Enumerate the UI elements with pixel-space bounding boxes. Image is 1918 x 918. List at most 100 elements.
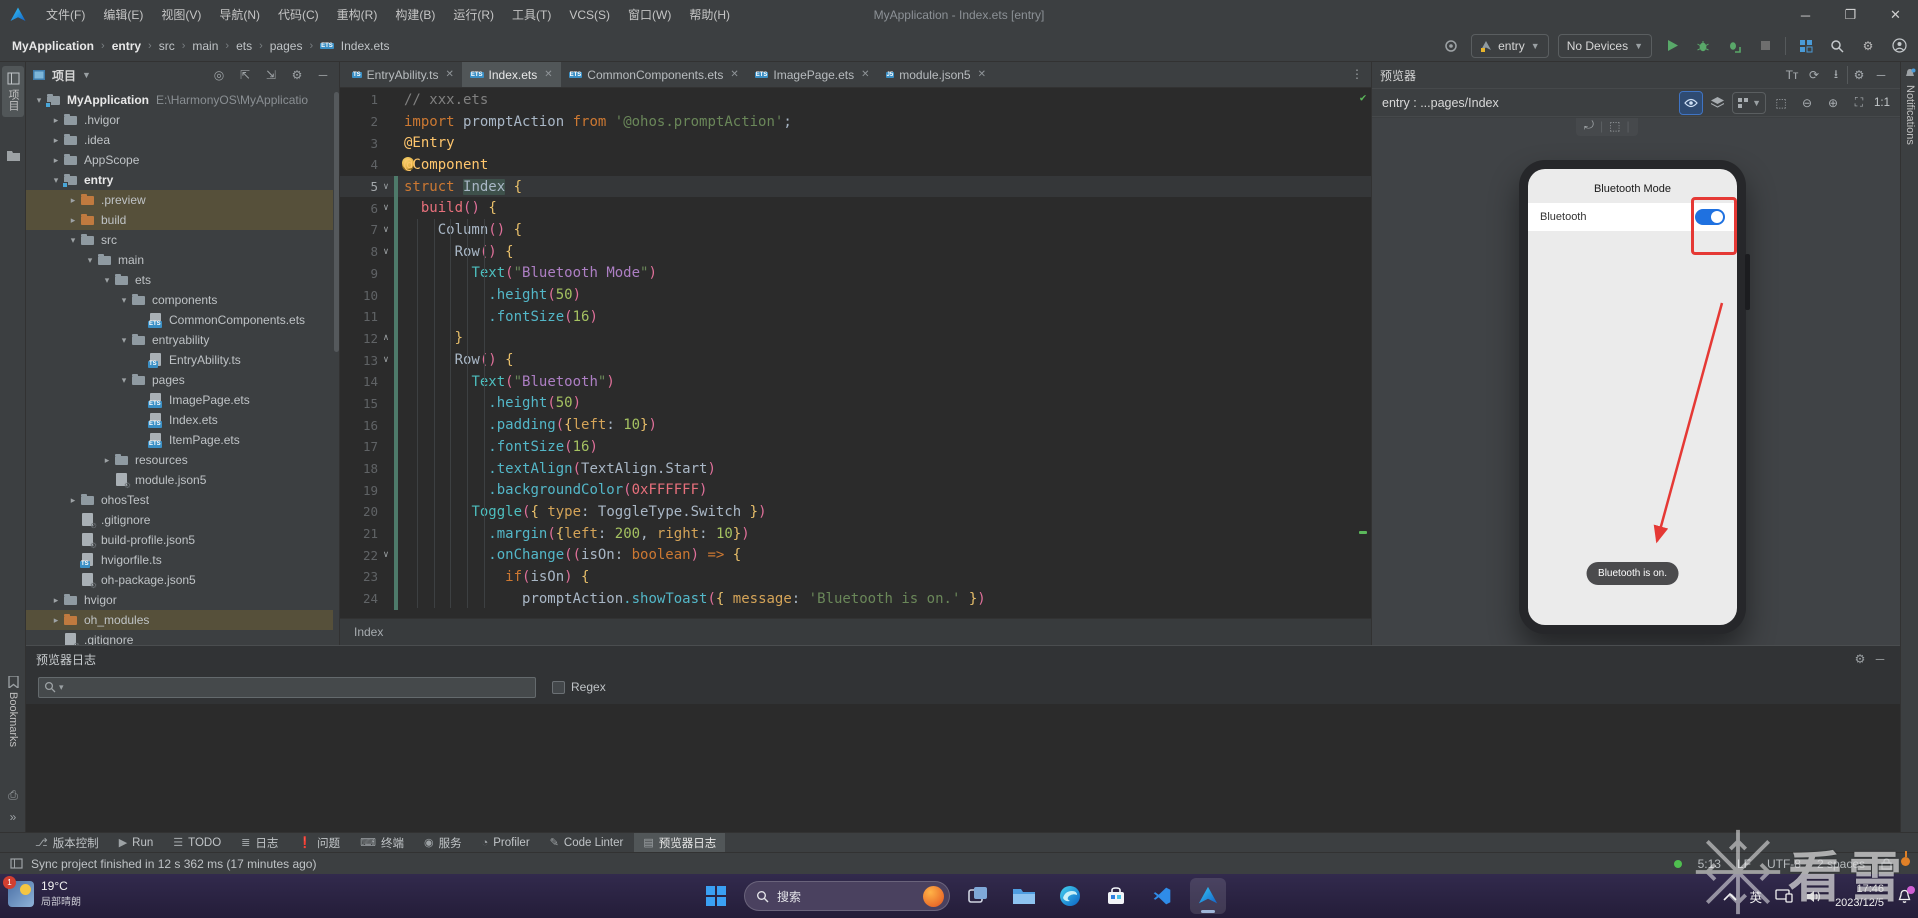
- close-tab-icon[interactable]: ✕: [730, 69, 738, 80]
- sidebar-tab-notifications[interactable]: Notifications: [1901, 68, 1918, 145]
- tree-row[interactable]: ▾ entry: [26, 170, 333, 190]
- tree-row[interactable]: ▸ AppScope: [26, 150, 333, 170]
- device-selector[interactable]: No Devices ▼: [1557, 33, 1652, 58]
- fit-to-screen-icon[interactable]: ⛶: [1848, 92, 1870, 114]
- view-mode-selector[interactable]: ▼: [1732, 91, 1766, 114]
- tool-window-button[interactable]: ✎ Code Linter: [541, 833, 633, 852]
- sidebar-tab-project[interactable]: 项目: [2, 66, 24, 117]
- notification-pin-icon[interactable]: [1901, 851, 1910, 866]
- menu-item[interactable]: 视图(V): [152, 0, 210, 30]
- breadcrumb-item[interactable]: src: [159, 39, 175, 53]
- tree-expand-arrow-icon[interactable]: ▸: [66, 215, 80, 226]
- code-line[interactable]: 21 .margin({left: 200, right: 10}): [340, 522, 1371, 545]
- status-message[interactable]: Sync project finished in 12 s 362 ms (17…: [31, 857, 316, 871]
- tree-expand-arrow-icon[interactable]: ▸: [49, 135, 63, 146]
- tree-row[interactable]: ▾ MyApplication E:\HarmonyOS\MyApplicatio: [26, 90, 333, 110]
- code-line[interactable]: 14 Text("Bluetooth"): [340, 370, 1371, 393]
- chevron-down-icon[interactable]: ▼: [82, 70, 91, 80]
- tree-row[interactable]: ETS CommonComponents.ets: [26, 310, 333, 330]
- menu-item[interactable]: 帮助(H): [680, 0, 739, 30]
- code-line[interactable]: 23 if(isOn) {: [340, 566, 1371, 588]
- tool-window-button[interactable]: ❗ 问题: [289, 833, 349, 852]
- tool-window-button[interactable]: ⌨ 终端: [351, 833, 413, 852]
- hot-reload-icon[interactable]: ⭳: [1825, 64, 1847, 86]
- tree-row[interactable]: ▸ .idea: [26, 130, 333, 150]
- fold-marker-icon[interactable]: ∨: [378, 550, 394, 560]
- readonly-lock-icon[interactable]: [1881, 857, 1892, 870]
- tree-row[interactable]: ▾ main: [26, 250, 333, 270]
- tool-window-button[interactable]: ☰ TODO: [164, 833, 230, 852]
- zoom-in-icon[interactable]: ⊕: [1822, 92, 1844, 114]
- tool-window-button[interactable]: ◉ 服务: [415, 833, 471, 852]
- tree-expand-arrow-icon[interactable]: ▸: [66, 495, 80, 506]
- menu-item[interactable]: 运行(R): [444, 0, 503, 30]
- tree-row[interactable]: ⚙ oh-package.json5: [26, 570, 333, 590]
- code-line[interactable]: 5 ∨ struct Index {: [340, 175, 1371, 198]
- menu-item[interactable]: 代码(C): [269, 0, 328, 30]
- attach-debugger-button[interactable]: [1723, 35, 1745, 57]
- phone-screen[interactable]: Bluetooth Mode Bluetooth Bluetooth is on…: [1528, 169, 1737, 625]
- fold-marker-icon[interactable]: ∨: [378, 225, 394, 235]
- ime-indicator[interactable]: 英: [1750, 887, 1763, 906]
- tree-expand-arrow-icon[interactable]: ▸: [49, 595, 63, 606]
- tree-row[interactable]: ▸ build: [26, 210, 333, 230]
- deveco-studio-button[interactable]: [1190, 878, 1226, 914]
- close-button[interactable]: ✕: [1873, 0, 1918, 30]
- tree-row[interactable]: ⚙ build-profile.json5: [26, 530, 333, 550]
- log-output-area[interactable]: [26, 704, 1900, 832]
- menu-item[interactable]: VCS(S): [560, 0, 619, 30]
- breadcrumb-item[interactable]: main: [192, 39, 218, 53]
- regex-option[interactable]: Regex: [552, 680, 606, 694]
- close-tab-icon[interactable]: ✕: [544, 69, 552, 80]
- code-line[interactable]: 22 ∨ .onChange((isOn: boolean) => {: [340, 544, 1371, 567]
- editor-breadcrumb[interactable]: Index: [340, 618, 1371, 645]
- search-history-caret-icon[interactable]: ▾: [59, 682, 64, 693]
- zoom-out-icon[interactable]: ⊖: [1796, 92, 1818, 114]
- cast-screen-icon[interactable]: [1775, 889, 1793, 903]
- expand-all-icon[interactable]: ⇱: [235, 65, 255, 85]
- code-line[interactable]: 19 .backgroundColor(0xFFFFFF): [340, 479, 1371, 502]
- hide-panel-icon[interactable]: ─: [313, 65, 333, 85]
- code-line[interactable]: 12 ∧ }: [340, 327, 1371, 350]
- tool-window-button[interactable]: ≣ 日志: [232, 833, 287, 852]
- previewer-settings-gear-icon[interactable]: ⚙: [1848, 64, 1870, 86]
- hide-previewer-icon[interactable]: ─: [1870, 64, 1892, 86]
- refresh-icon[interactable]: ⟳: [1803, 64, 1825, 86]
- debug-button[interactable]: [1692, 35, 1714, 57]
- code-line[interactable]: 6 ∨ build() {: [340, 197, 1371, 220]
- tree-row[interactable]: ▾ src: [26, 230, 333, 250]
- tree-row[interactable]: ▸ resources: [26, 450, 333, 470]
- stop-button[interactable]: [1754, 35, 1776, 57]
- inspect-eye-icon[interactable]: [1679, 90, 1704, 115]
- editor-tab[interactable]: ETS CommonComponents.ets ✕: [561, 62, 747, 87]
- notification-bell-icon[interactable]: [1897, 885, 1915, 904]
- close-tab-icon[interactable]: ✕: [445, 69, 453, 80]
- code-line[interactable]: 24 promptAction.showToast({ message: 'Bl…: [340, 587, 1371, 610]
- menu-item[interactable]: 文件(F): [37, 0, 94, 30]
- tree-row[interactable]: ▾ pages: [26, 370, 333, 390]
- tree-row[interactable]: ▸ ohosTest: [26, 490, 333, 510]
- tree-row[interactable]: TS hvigorfile.ts: [26, 550, 333, 570]
- code-line[interactable]: 15 .height(50): [340, 392, 1371, 415]
- code-line[interactable]: 17 .fontSize(16): [340, 436, 1371, 458]
- code-line[interactable]: 16 .padding({left: 10}): [340, 414, 1371, 436]
- screenshot-icon[interactable]: ⬚: [1609, 119, 1620, 133]
- menu-item[interactable]: 导航(N): [210, 0, 269, 30]
- breadcrumb-item[interactable]: MyApplication: [12, 39, 94, 53]
- menu-item[interactable]: 构建(B): [386, 0, 444, 30]
- regex-checkbox[interactable]: [552, 680, 565, 694]
- code-editor[interactable]: ✔ 1// xxx.ets 2 import promptAction from '…: [340, 89, 1371, 618]
- layers-icon[interactable]: [1706, 92, 1728, 114]
- menu-item[interactable]: 工具(T): [503, 0, 560, 30]
- fold-marker-icon[interactable]: ∧: [378, 333, 394, 343]
- speaker-icon[interactable]: [1806, 890, 1822, 903]
- locate-file-icon[interactable]: ◎: [209, 65, 229, 85]
- tree-row[interactable]: ▸ .hvigor: [26, 110, 333, 130]
- device-manager-icon[interactable]: [1795, 35, 1817, 57]
- tree-expand-arrow-icon[interactable]: ▾: [117, 295, 131, 306]
- tool-window-button[interactable]: ⎇ 版本控制: [26, 833, 108, 852]
- font-size-icon[interactable]: Tᴛ: [1781, 64, 1803, 86]
- indent-setting[interactable]: 2 spaces: [1817, 857, 1865, 871]
- folder-stripe-icon[interactable]: [4, 146, 22, 164]
- close-tab-icon[interactable]: ✕: [978, 69, 986, 80]
